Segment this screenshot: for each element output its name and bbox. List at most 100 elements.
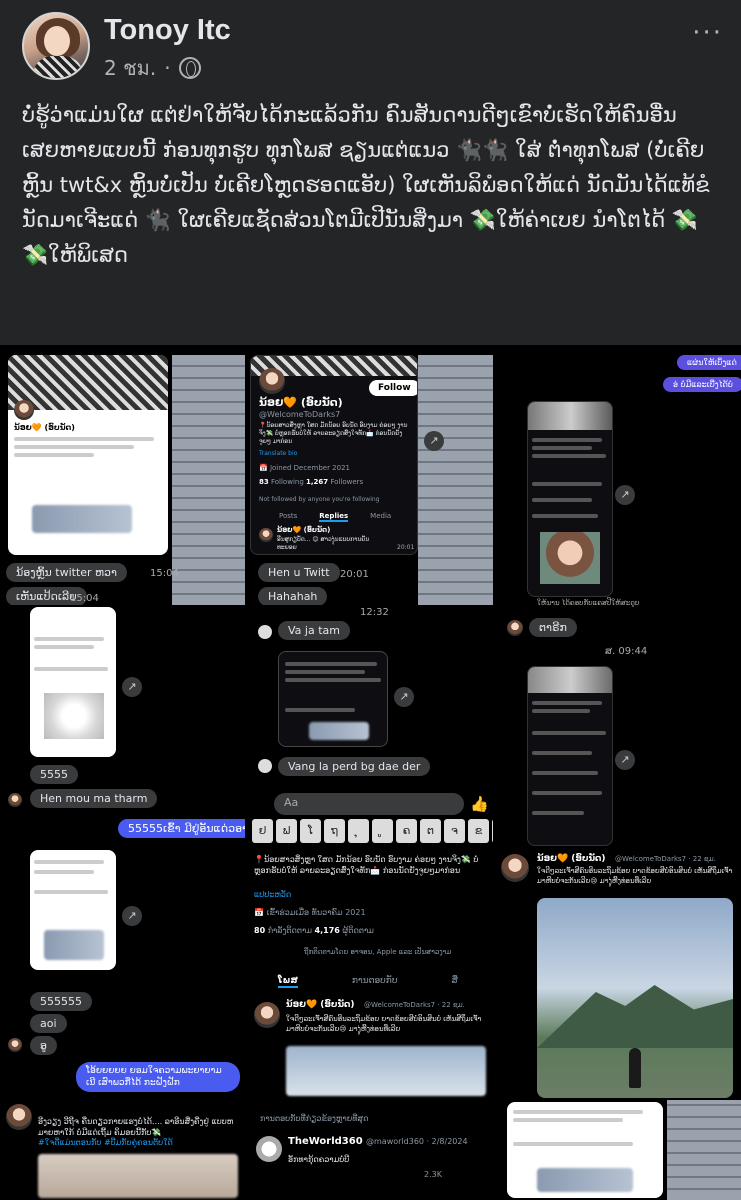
chat-bubble: ແຜ່ນໃຫ້ເບິ່ງແດ່ bbox=[677, 355, 741, 370]
following-label[interactable]: ກຳລັງຕິດຕາມ bbox=[268, 926, 312, 935]
post-hashtags[interactable]: #ໃຈດີ່ແມ່ນຕອນກັບ #ບີ່ມກັບຄູ່ຄອນຕັບໃດ້ bbox=[38, 1138, 173, 1147]
post-caption: ບໍ່ຮູ້ວ່າແມ່ນໃຜ ແຕ່ຢ່າໃຫ້ຈັບໄດ້ກະແລ້ວກັນ… bbox=[22, 103, 710, 267]
screenshot-10[interactable]: ອີງວຽງ ວີຖີຈ ຄືນດຽວກາຍແຮງບໍ່ໄດ້.... ລາອີ… bbox=[0, 1102, 245, 1200]
following-label[interactable]: Following bbox=[271, 478, 304, 486]
tab-replies[interactable]: ການຕອບກັບ bbox=[352, 976, 398, 988]
feed-line bbox=[532, 514, 598, 518]
followers-count: 1,267 bbox=[306, 478, 329, 486]
twitter-feed-phone bbox=[527, 666, 613, 846]
tab-posts[interactable]: Posts bbox=[279, 512, 297, 522]
screenshot-6[interactable]: ↗ 5555 Hen mou ma tharm 55555ເຂົ້າ ມີຢູ່… bbox=[0, 607, 245, 847]
screenshot-8[interactable]: ນ້ອຍ🧡 (ອົບນັດ) @WelcomeToDarks7 · 22 ຊມ.… bbox=[497, 850, 741, 1100]
post-avatar bbox=[501, 854, 529, 882]
feed-line bbox=[532, 454, 606, 458]
contact-avatar bbox=[258, 759, 272, 773]
key[interactable]: ຂ bbox=[468, 819, 489, 843]
screenshot-4[interactable]: 12:32 Va ja tam ↗ Vang la perd bg dae de… bbox=[248, 607, 493, 847]
followed-by: ຖືກຕິດຕາມໂດຍ ອາຈອນ, Apple ແລະ ເປັນສາວງາມ bbox=[304, 948, 452, 956]
blurred-post bbox=[537, 1168, 633, 1192]
post-handle: @WelcomeToDarks7 · 22 ຊມ. bbox=[615, 855, 716, 863]
screenshot-3[interactable]: ແຜ່ນໃຫ້ເບິ່ງແດ່ ອ່ ບໍ່ມີແລະເບີ່ງໄດ້ບໍ ↗ … bbox=[497, 345, 741, 607]
key[interactable]: ຈ bbox=[444, 819, 465, 843]
twitter-profile-phone bbox=[30, 850, 116, 970]
followers-label[interactable]: Followers bbox=[330, 478, 363, 486]
share-icon[interactable]: ↗ bbox=[394, 687, 414, 707]
bubble-text: Hen u Twitt bbox=[268, 566, 330, 579]
key[interactable]: ູ bbox=[372, 819, 393, 843]
preview-line bbox=[285, 670, 365, 674]
feed-photo bbox=[540, 532, 600, 584]
screenshot-1[interactable]: ນ້ອຍ🧡 (ອົບນັດ) ນ້ອງຫຼິ້ນ twitter ຫວາ 15:… bbox=[0, 355, 245, 605]
followers-label[interactable]: ຜູ້ຕິດຕາມ bbox=[342, 926, 374, 935]
screenshot-12[interactable] bbox=[497, 1100, 741, 1200]
chat-bubble: 55555ເຂົ້າ ມີຢູ່ອັນແດ່ວອາລູດຮັກ bbox=[118, 819, 245, 838]
screenshot-7[interactable]: 📍ນ້ອຍສາວສິ່ງຫຼາ ໃສດ ມັກນ້ອຍ ອົບນັດ ອົບງາ… bbox=[248, 850, 493, 1100]
feed-line bbox=[532, 701, 602, 705]
bubble-text: 5555 bbox=[40, 768, 68, 781]
more-options-button[interactable]: ··· bbox=[692, 18, 723, 48]
bio-line bbox=[34, 890, 108, 894]
tab-media[interactable]: ສື່ bbox=[451, 976, 457, 988]
bubble-text: Hahahah bbox=[268, 590, 318, 603]
share-icon[interactable]: ↗ bbox=[424, 431, 444, 451]
post-handle: @WelcomeToDarks7 · 22 ຊມ. bbox=[364, 1001, 465, 1009]
key[interactable]: ຕ bbox=[420, 819, 441, 843]
lao-keyboard[interactable]: ຢ ຟ ໂ ຖ ຸ ູ ຄ ຕ ຈ ຂ ຊ bbox=[252, 819, 493, 843]
key[interactable]: ຢ bbox=[252, 819, 273, 843]
chat-bubble: Hen mou ma tharm bbox=[30, 789, 158, 808]
screenshot-9[interactable]: ↗ 555555 aoi ອູ ໂອ້ຍຍຍຍຍ ຍອມໃຈຄວາມພະຍາຍາ… bbox=[0, 850, 245, 1100]
avatar-body bbox=[34, 56, 82, 78]
contact-avatar bbox=[258, 625, 272, 639]
feed-line bbox=[532, 498, 592, 502]
key[interactable]: ຊ bbox=[492, 819, 493, 843]
bubble-text: Hen mou ma tharm bbox=[40, 792, 148, 805]
tab-replies[interactable]: Replies bbox=[319, 512, 349, 522]
profile-tabs: Posts Replies Media bbox=[279, 512, 391, 522]
share-icon[interactable]: ↗ bbox=[615, 485, 635, 505]
key[interactable]: ໂ bbox=[300, 819, 321, 843]
post-time[interactable]: 2 ชม. bbox=[104, 52, 156, 84]
author-name[interactable]: Tonoy Itc bbox=[104, 14, 231, 47]
post-avatar bbox=[6, 1104, 32, 1130]
contact-avatar bbox=[8, 793, 22, 807]
screenshot-2[interactable]: Follow ນ້ອຍ🧡 (ອົບນັດ) @WelcomeToDarks7 📍… bbox=[248, 355, 493, 605]
key[interactable]: ຟ bbox=[276, 819, 297, 843]
key[interactable]: ຖ bbox=[324, 819, 345, 843]
like-count[interactable]: 2.3K bbox=[424, 1170, 442, 1179]
share-icon[interactable]: ↗ bbox=[615, 750, 635, 770]
screenshot-collage[interactable]: ນ້ອຍ🧡 (ອົບນັດ) ນ້ອງຫຼິ້ນ twitter ຫວາ 15:… bbox=[0, 345, 741, 1200]
feed-line bbox=[532, 811, 584, 815]
key[interactable]: ຄ bbox=[396, 819, 417, 843]
twitter-profile-phone: ນ້ອຍ🧡 (ອົບນັດ) bbox=[8, 355, 168, 555]
like-icon[interactable]: 👍 bbox=[470, 795, 489, 813]
reply-author: TheWorld360 bbox=[288, 1136, 363, 1147]
msg-time: 20:01 bbox=[340, 569, 369, 580]
message-input[interactable]: Aa bbox=[274, 793, 464, 815]
input-placeholder: Aa bbox=[284, 796, 299, 809]
profile-avatar bbox=[14, 400, 34, 420]
bio-line bbox=[513, 1110, 643, 1114]
preview-line bbox=[285, 678, 381, 682]
tab-posts[interactable]: ໂພສ bbox=[278, 976, 298, 988]
post-text: ໃຈດີໆລະເຈົ້າສີຄົນອີນລະຖິ່ມຂ້ອຍ ຍາດຂ້ອຍສີ… bbox=[286, 1015, 482, 1033]
translate-link[interactable]: Translate bio bbox=[259, 450, 297, 457]
key[interactable]: ຸ bbox=[348, 819, 369, 843]
bubble-text: ອ່ ບໍ່ມີແລະເບີ່ງໄດ້ບໍ bbox=[673, 380, 733, 389]
replies-header: ການຕອບກັບທີ່ກ່ຽວຂ້ອງຫຼາຍທີ່ສຸດ bbox=[260, 1114, 369, 1123]
author-avatar[interactable] bbox=[22, 12, 90, 80]
translate-link[interactable]: ແປປະຫວັດ bbox=[254, 890, 291, 899]
tab-media[interactable]: Media bbox=[370, 512, 391, 522]
bubble-text: ເຫັນແປ້ດເລີຍ bbox=[16, 590, 77, 603]
photo-building bbox=[172, 355, 245, 605]
share-icon[interactable]: ↗ bbox=[122, 677, 142, 697]
share-icon[interactable]: ↗ bbox=[122, 906, 142, 926]
profile-banner bbox=[528, 402, 612, 430]
screenshot-5[interactable]: ຕາຣີກ ສ. 09:44 ↗ bbox=[497, 610, 741, 850]
blurred-photo bbox=[38, 1154, 238, 1198]
follow-button[interactable]: Follow bbox=[369, 380, 417, 396]
post-text: ໃຈດີໆລະເຈົ້າສີຄົນອີນລະຖິ່ມຂ້ອຍ ຍາດຂ້ອຍສີ… bbox=[537, 867, 733, 885]
follow-stats: 80 ກຳລັງຕິດຕາມ 4,176 ຜູ້ຕິດຕາມ bbox=[254, 926, 374, 935]
screenshot-11[interactable]: ການຕອບກັບທີ່ກ່ຽວຂ້ອງຫຼາຍທີ່ສຸດ TheWorld3… bbox=[248, 1102, 493, 1200]
feed-line bbox=[532, 438, 602, 442]
feed-line bbox=[532, 446, 592, 450]
